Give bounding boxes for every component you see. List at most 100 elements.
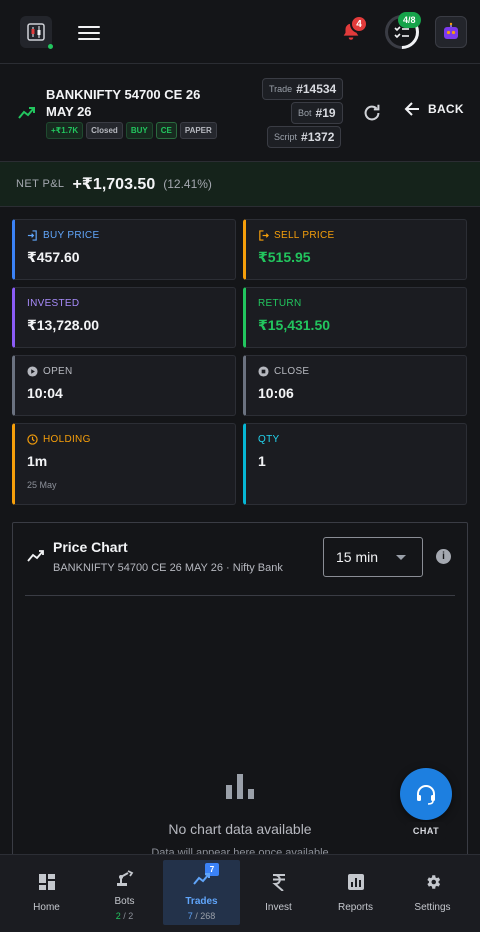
close-time-value: 10:06	[258, 385, 294, 401]
chat-button[interactable]	[400, 768, 452, 820]
clock-icon	[27, 434, 38, 445]
return-label: RETURN	[258, 298, 302, 309]
return-value: ₹15,431.50	[258, 317, 331, 333]
notification-badge: 4	[350, 15, 368, 33]
status-badge: Closed	[86, 122, 123, 139]
online-status-dot	[48, 44, 53, 49]
interval-value: 15 min	[336, 549, 379, 565]
sell-price-value: ₹515.95	[258, 249, 311, 265]
chat-label: CHAT	[406, 822, 446, 840]
bar-chart-icon	[226, 774, 254, 799]
sell-price-label: SELL PRICE	[274, 230, 335, 241]
trending-up-icon	[18, 107, 35, 119]
nav-settings-label: Settings	[414, 902, 451, 913]
nav-reports[interactable]: Reports	[317, 855, 394, 932]
trade-tags: +₹1.7K Closed BUY CE PAPER	[46, 122, 217, 139]
nav-reports-label: Reports	[337, 902, 373, 913]
chart-line-icon	[27, 550, 44, 562]
nav-trades[interactable]: 7 Trades 7 / 268	[163, 860, 240, 925]
nav-trades-total: / 268	[195, 911, 216, 921]
pnl-tag: +₹1.7K	[46, 122, 84, 139]
rupee-icon	[271, 874, 285, 891]
net-pnl-bar: NET P&L +₹1,703.50 (12.41%)	[0, 162, 480, 207]
net-pnl-value: +₹1,703.50	[72, 176, 156, 193]
gear-icon	[426, 875, 440, 889]
nav-invest[interactable]: Invest	[240, 855, 317, 932]
holding-card: HOLDING 1m 25 May	[12, 423, 236, 505]
qty-card: QTY 1	[243, 423, 467, 505]
info-icon[interactable]: i	[436, 549, 451, 564]
qty-value: 1	[258, 453, 266, 469]
app-logo[interactable]	[20, 16, 52, 48]
option-type-tag: CE	[155, 122, 177, 139]
holding-date: 25 May	[27, 480, 57, 490]
sell-price-card: SELL PRICE ₹515.95	[243, 219, 467, 280]
play-circle-icon	[27, 366, 38, 377]
chart-subtitle: BANKNIFTY 54700 CE 26 MAY 26 · Nifty Ban…	[53, 562, 283, 574]
chart-divider	[25, 595, 455, 596]
net-pnl-label: NET P&L	[16, 178, 65, 190]
script-id-label: Script	[274, 132, 298, 142]
open-time-value: 10:04	[27, 385, 63, 401]
buy-price-label: BUY PRICE	[43, 230, 100, 241]
nav-settings[interactable]: Settings	[394, 855, 471, 932]
trade-id-value: #14534	[296, 82, 337, 96]
stop-circle-icon	[258, 366, 269, 377]
back-button[interactable]: BACK	[404, 102, 464, 116]
net-pnl-percent: (12.41%)	[163, 177, 212, 191]
buy-price-card: BUY PRICE ₹457.60	[12, 219, 236, 280]
bottom-nav: Home Bots 2 / 2 7 Trades 7 / 268 Invest …	[0, 854, 480, 932]
trending-up-icon	[192, 873, 210, 885]
nav-invest-label: Invest	[265, 902, 292, 913]
dashboard-icon	[38, 874, 55, 890]
invested-card: INVESTED ₹13,728.00	[12, 287, 236, 348]
invested-value: ₹13,728.00	[27, 317, 100, 333]
arrow-left-icon	[404, 102, 419, 116]
headset-icon	[417, 785, 435, 805]
trade-id-label: Trade	[269, 84, 293, 94]
mode-tag: PAPER	[179, 122, 217, 139]
login-icon	[27, 230, 37, 241]
buy-price-value: ₹457.60	[27, 249, 80, 265]
qty-label: QTY	[258, 434, 280, 445]
open-time-card: OPEN 10:04	[12, 355, 236, 416]
empty-state-title: No chart data available	[168, 821, 312, 837]
nav-trades-count: 7 / 268	[163, 911, 240, 921]
logout-icon	[259, 230, 269, 241]
chevron-down-icon	[396, 555, 406, 560]
side-tag: BUY	[125, 122, 153, 139]
open-time-label: OPEN	[43, 366, 73, 377]
chart-title: Price Chart	[53, 539, 128, 555]
script-id-chip[interactable]: Script #1372	[267, 126, 342, 148]
trade-title: BANKNIFTY 54700 CE 26 MAY 26	[46, 87, 201, 119]
trade-id-chip[interactable]: Trade #14534	[262, 78, 344, 100]
report-chart-icon	[347, 874, 364, 890]
price-chart-panel: Price Chart BANKNIFTY 54700 CE 26 MAY 26…	[12, 522, 468, 862]
return-card: RETURN ₹15,431.50	[243, 287, 467, 348]
robot-arm-icon	[116, 870, 133, 886]
candlestick-logo-icon	[27, 23, 45, 41]
app-bar: 4 4/8	[0, 0, 480, 64]
close-time-label: CLOSE	[274, 366, 310, 377]
nav-bots-label: Bots	[114, 896, 135, 907]
close-time-card: CLOSE 10:06	[243, 355, 467, 416]
nav-bots[interactable]: Bots 2 / 2	[86, 855, 163, 932]
bot-id-label: Bot	[298, 108, 312, 118]
bot-id-chip[interactable]: Bot #19	[291, 102, 343, 124]
menu-icon[interactable]	[78, 22, 100, 42]
avatar[interactable]	[435, 16, 467, 48]
refresh-icon[interactable]	[361, 102, 383, 124]
script-id-value: #1372	[301, 130, 335, 144]
tasks-progress-badge: 4/8	[398, 12, 421, 28]
robot-avatar-icon	[444, 22, 458, 39]
bot-id-value: #19	[315, 106, 336, 120]
invested-label: INVESTED	[27, 298, 80, 309]
nav-home[interactable]: Home	[8, 855, 85, 932]
holding-label: HOLDING	[43, 434, 91, 445]
nav-bots-total: / 2	[123, 911, 134, 921]
nav-home-label: Home	[33, 902, 60, 913]
interval-select[interactable]: 15 min	[323, 537, 423, 577]
nav-bots-active: 2	[115, 911, 121, 921]
nav-bots-count: 2 / 2	[86, 911, 163, 921]
back-label: BACK	[428, 102, 464, 116]
